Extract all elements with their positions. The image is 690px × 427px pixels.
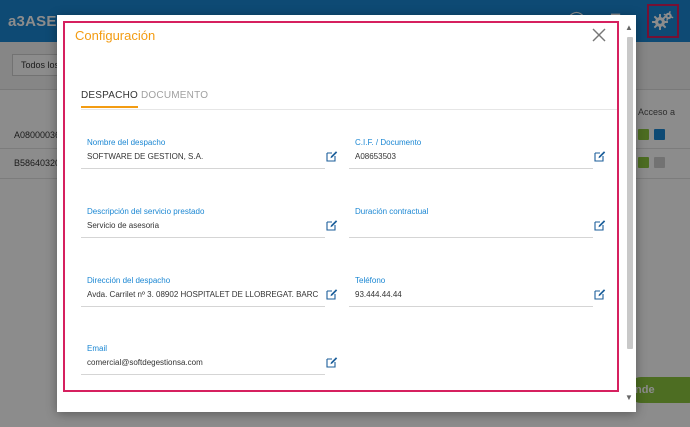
field-nombre-despacho: Nombre del despacho SOFTWARE DE GESTION,… [81,138,338,172]
field-descripcion-servicio: Descripción del servicio prestado Servic… [81,207,338,241]
tab-bar: DESPACHO DOCUMENTO [81,90,617,110]
edit-pencil-icon[interactable] [326,150,338,162]
edit-pencil-icon[interactable] [594,288,606,300]
field-underline [81,237,325,238]
field-underline [81,374,325,375]
edit-pencil-icon[interactable] [326,288,338,300]
field-label: Teléfono [355,276,386,285]
field-underline [81,306,325,307]
descripcion-servicio-value: Servicio de asesoria [87,221,160,230]
close-icon[interactable] [590,26,608,44]
field-email: Email comercial@softdegestionsa.com [81,344,338,378]
scroll-up-icon[interactable]: ▲ [625,23,633,32]
tab-despacho[interactable]: DESPACHO [81,90,138,108]
scrollbar-thumb[interactable] [627,37,633,349]
field-telefono: Teléfono 93.444.44.44 [349,276,606,310]
field-underline [81,168,325,169]
edit-pencil-icon[interactable] [326,219,338,231]
edit-pencil-icon[interactable] [594,219,606,231]
tab-documento[interactable]: DOCUMENTO [141,90,208,101]
edit-pencil-icon[interactable] [594,150,606,162]
field-underline [349,306,593,307]
field-duracion-contractual: Duración contractual [349,207,606,241]
nombre-despacho-value: SOFTWARE DE GESTION, S.A. [87,152,204,161]
field-label: C.I.F. / Documento [355,138,422,147]
field-label: Dirección del despacho [87,276,171,285]
field-label: Email [87,344,108,353]
field-direccion-despacho: Dirección del despacho Avda. Carrilet nº… [81,276,338,310]
field-label: Descripción del servicio prestado [87,207,205,216]
dialog-scrollbar[interactable]: ▲ ▼ [624,15,636,412]
field-underline [349,168,593,169]
field-label: Nombre del despacho [87,138,166,147]
telefono-value: 93.444.44.44 [355,290,402,299]
cif-value: A08653503 [355,152,396,161]
direccion-despacho-value: Avda. Carrilet nº 3. 08902 HOSPITALET DE… [87,290,319,299]
dialog-title: Configuración [75,28,156,43]
configuration-dialog: Configuración DESPACHO DOCUMENTO Nombre … [57,15,636,412]
scroll-down-icon[interactable]: ▼ [625,393,633,402]
field-label: Duración contractual [355,207,429,216]
field-underline [349,237,593,238]
field-cif: C.I.F. / Documento A08653503 [349,138,606,172]
edit-pencil-icon[interactable] [326,356,338,368]
email-value: comercial@softdegestionsa.com [87,358,203,367]
